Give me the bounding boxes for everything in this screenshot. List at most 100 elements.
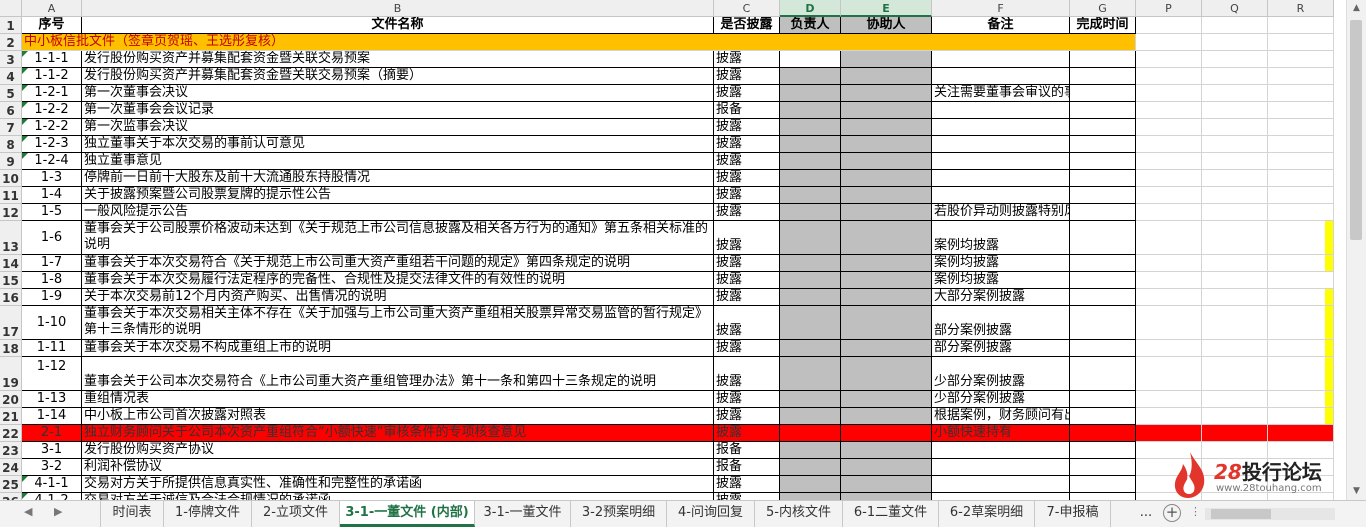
cell-q[interactable] — [1202, 408, 1268, 425]
row-header[interactable]: 24 — [0, 459, 22, 476]
cell-q[interactable] — [1202, 170, 1268, 187]
cell-d[interactable] — [780, 408, 841, 425]
cell-c[interactable]: 披露 — [714, 289, 780, 306]
tab-sheet[interactable]: 7-申报稿 — [1035, 501, 1111, 527]
cell-f[interactable] — [932, 442, 1070, 459]
cell-b[interactable]: 董事会关于公司股票价格波动未达到《关于规范上市公司信息披露及相关各方行为的通知》… — [82, 221, 714, 255]
cell-a[interactable]: 1-2-2 — [22, 119, 82, 136]
cell-d[interactable]: 负责人 — [780, 17, 841, 34]
cell-c[interactable]: 披露 — [714, 119, 780, 136]
row-header[interactable]: 26 — [0, 493, 22, 500]
cell-q[interactable] — [1202, 34, 1268, 51]
cell-p[interactable] — [1136, 204, 1202, 221]
cell-a[interactable]: 1-10 — [22, 306, 82, 340]
cell-d[interactable] — [780, 306, 841, 340]
row-header[interactable]: 7 — [0, 119, 22, 136]
cell-r[interactable] — [1268, 68, 1334, 85]
row-header[interactable]: 17 — [0, 306, 22, 340]
cell-c[interactable]: 披露 — [714, 153, 780, 170]
cell-g[interactable] — [1070, 204, 1136, 221]
cell-d[interactable] — [780, 119, 841, 136]
cell-q[interactable] — [1202, 306, 1268, 340]
cell-c[interactable]: 披露 — [714, 272, 780, 289]
cell-q[interactable] — [1202, 255, 1268, 272]
cell-d[interactable] — [780, 136, 841, 153]
row-header[interactable]: 22 — [0, 425, 22, 442]
cell-a[interactable]: 1-3 — [22, 170, 82, 187]
cell-a[interactable]: 4-1-2 — [22, 493, 82, 500]
cell-e[interactable] — [841, 204, 932, 221]
cell-g[interactable] — [1070, 493, 1136, 500]
cell-f[interactable] — [932, 459, 1070, 476]
row-header[interactable]: 10 — [0, 170, 22, 187]
row-header[interactable]: 2 — [0, 34, 22, 51]
cell-g[interactable] — [1070, 51, 1136, 68]
cell-a[interactable]: 1-7 — [22, 255, 82, 272]
scroll-thumb[interactable] — [1350, 20, 1362, 240]
cell-c[interactable]: 披露 — [714, 493, 780, 500]
cell-b[interactable]: 董事会关于本次交易符合《关于规范上市公司重大资产重组若干问题的规定》第四条规定的… — [82, 255, 714, 272]
cell-b[interactable]: 独立财务顾问关于公司本次资产重组符合“小额快速”审核条件的专项核查意见 — [82, 425, 714, 442]
cell-f[interactable] — [932, 493, 1070, 500]
cell-f[interactable] — [932, 68, 1070, 85]
row-header[interactable]: 15 — [0, 272, 22, 289]
column-header-q[interactable]: Q — [1202, 0, 1268, 17]
row-header[interactable]: 25 — [0, 476, 22, 493]
cell-d[interactable] — [780, 442, 841, 459]
cell-r[interactable] — [1268, 136, 1334, 153]
cell-e[interactable] — [841, 306, 932, 340]
cell-d[interactable] — [780, 493, 841, 500]
cell-c[interactable]: 披露 — [714, 306, 780, 340]
cell-d[interactable] — [780, 51, 841, 68]
row-header[interactable]: 13 — [0, 221, 22, 255]
more-icon[interactable]: ⋮ — [1190, 505, 1201, 518]
cell-a[interactable]: 1-12 — [22, 357, 82, 391]
cell-r[interactable] — [1268, 306, 1334, 340]
scroll-up-icon[interactable]: ▲ — [1347, 0, 1366, 17]
vertical-scrollbar[interactable]: ▲ ▼ — [1346, 0, 1366, 500]
cell-b[interactable]: 重组情况表 — [82, 391, 714, 408]
row-header[interactable]: 21 — [0, 408, 22, 425]
cell-g[interactable] — [1070, 425, 1136, 442]
cell-e[interactable] — [841, 170, 932, 187]
cell-e[interactable] — [841, 425, 932, 442]
cell-d[interactable] — [780, 289, 841, 306]
cell-f[interactable]: 关注需要董事会审议的事项 — [932, 85, 1070, 102]
cell-g[interactable] — [1070, 153, 1136, 170]
cell-r[interactable] — [1268, 204, 1334, 221]
row-header[interactable]: 12 — [0, 204, 22, 221]
cell-e[interactable] — [841, 119, 932, 136]
cell-a[interactable]: 1-4 — [22, 187, 82, 204]
cell-c[interactable]: 披露 — [714, 136, 780, 153]
cell-f[interactable] — [932, 119, 1070, 136]
cell-b[interactable]: 第一次监事会决议 — [82, 119, 714, 136]
cell-d[interactable] — [780, 425, 841, 442]
cell-b[interactable]: 发行股份购买资产并募集配套资金暨关联交易预案（摘要） — [82, 68, 714, 85]
cell-a[interactable]: 3-1 — [22, 442, 82, 459]
cell-q[interactable] — [1202, 85, 1268, 102]
cell-f[interactable]: 大部分案例披露 — [932, 289, 1070, 306]
cell-e[interactable] — [841, 85, 932, 102]
add-sheet-button[interactable]: + — [1163, 504, 1181, 522]
cell-b[interactable]: 停牌前一日前十大股东及前十大流通股东持股情况 — [82, 170, 714, 187]
cell-e[interactable] — [841, 136, 932, 153]
cell-r[interactable] — [1268, 170, 1334, 187]
row-header[interactable]: 20 — [0, 391, 22, 408]
cell-c[interactable]: 披露 — [714, 357, 780, 391]
cell-d[interactable] — [780, 340, 841, 357]
cell-g[interactable] — [1070, 102, 1136, 119]
cell-a[interactable]: 1-14 — [22, 408, 82, 425]
cell-f[interactable] — [932, 136, 1070, 153]
cell-c[interactable]: 披露 — [714, 476, 780, 493]
cell-f[interactable]: 少部分案例披露 — [932, 391, 1070, 408]
cell-q[interactable] — [1202, 221, 1268, 255]
cell-q[interactable] — [1202, 136, 1268, 153]
cell-f[interactable]: 小额快速持有 — [932, 425, 1070, 442]
cell-q[interactable] — [1202, 17, 1268, 34]
cell-a[interactable]: 1-2-1 — [22, 85, 82, 102]
cell-b[interactable]: 文件名称 — [82, 17, 714, 34]
cell-e[interactable] — [841, 493, 932, 500]
cell-q[interactable] — [1202, 153, 1268, 170]
cell-b[interactable]: 董事会关于本次交易相关主体不存在《关于加强与上市公司重大资产重组相关股票异常交易… — [82, 306, 714, 340]
cell-g[interactable] — [1070, 136, 1136, 153]
